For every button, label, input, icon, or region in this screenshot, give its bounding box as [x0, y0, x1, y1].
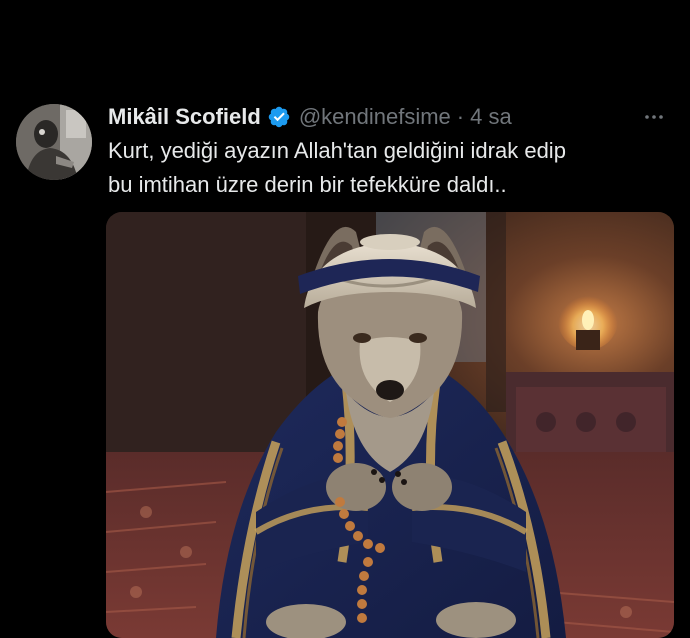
avatar-photo: [16, 104, 92, 180]
avatar[interactable]: [16, 104, 92, 180]
display-name[interactable]: Mikâil Scofield: [108, 104, 261, 130]
tweet-header: Mikâil Scofield @kendinefsime · 4 sa: [108, 100, 512, 134]
wolf-in-turban-photo: [106, 212, 674, 638]
more-options-icon: [645, 115, 663, 119]
verified-badge-icon[interactable]: [267, 105, 291, 129]
tweet[interactable]: Mikâil Scofield @kendinefsime · 4 sa Kur…: [0, 0, 690, 638]
timestamp[interactable]: 4 sa: [470, 104, 512, 130]
more-options-button[interactable]: [638, 104, 670, 130]
tweet-text: Kurt, yediği ayazın Allah'tan geldiğini …: [108, 134, 668, 202]
handle[interactable]: @kendinefsime: [299, 104, 451, 130]
separator-dot: ·: [456, 104, 465, 129]
tweet-text-line: bu imtihan üzre derin bir tefekküre dald…: [108, 172, 507, 197]
tweet-text-line: Kurt, yediği ayazın Allah'tan geldiğini …: [108, 138, 566, 163]
tweet-media[interactable]: [106, 212, 674, 638]
